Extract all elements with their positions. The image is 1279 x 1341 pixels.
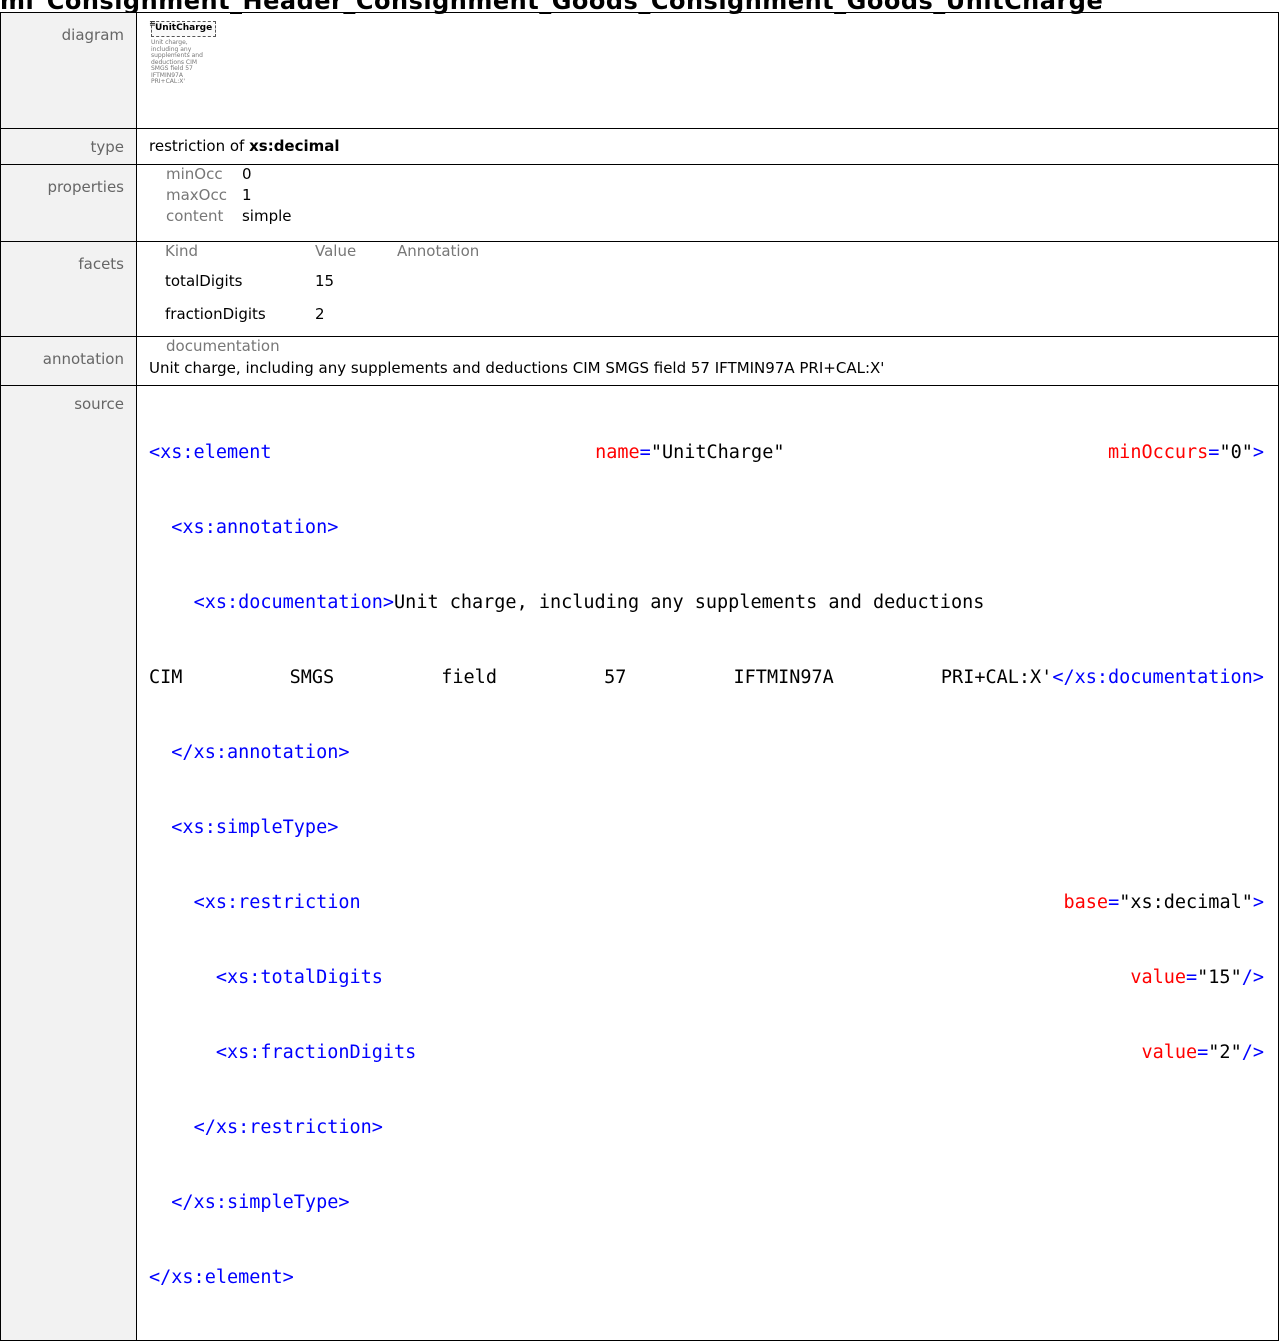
properties-row: properties minOcc 0 maxOcc 1 content sim… (0, 164, 1279, 242)
source-tag: <xs:documentation> (193, 592, 395, 613)
source-tag: </xs:documentation> (1052, 667, 1264, 688)
annotation-label: annotation (0, 336, 137, 386)
type-base-link[interactable]: xs:decimal (249, 137, 339, 155)
source-line: <xs:totalDigits value="15"/> (215, 967, 1264, 988)
source-tag-close: /> (1241, 1042, 1264, 1063)
facets-header-row: Kind Value Annotation (165, 242, 479, 264)
source-line: <xs:element name="UnitCharge" minOccurs=… (149, 442, 1264, 463)
source-attr-value: "xs:decimal" (1119, 892, 1253, 913)
property-value: 1 (241, 186, 252, 204)
facets-header-kind: Kind (165, 242, 199, 260)
source-code: <xs:element name="UnitCharge" minOccurs=… (149, 390, 1278, 1340)
source-attr-name: base (1063, 892, 1109, 913)
source-attr-value: "2" (1208, 1042, 1242, 1063)
source-cell: <xs:element name="UnitCharge" minOccurs=… (136, 385, 1279, 1341)
facet-kind: fractionDigits (165, 304, 266, 323)
source-line: </xs:simpleType> (149, 1190, 1264, 1215)
property-row: maxOcc 1 (166, 186, 292, 207)
property-row: content simple (166, 207, 292, 228)
type-row: type restriction of xs:decimal (0, 128, 1279, 165)
element-diagram-name: UnitCharge (155, 23, 213, 33)
source-line: <xs:simpleType> (149, 815, 1264, 840)
source-text: Unit charge, including any supplements a… (394, 592, 985, 613)
source-tag: <xs:annotation> (171, 517, 339, 538)
source-text: field (441, 667, 497, 688)
source-attr-value: "15" (1197, 967, 1242, 988)
facet-row: fractionDigits 2 (165, 297, 479, 330)
source-attr-value: "0" (1219, 442, 1253, 463)
element-diagram-doc: Unit charge, including any supplements a… (151, 39, 211, 86)
facets-table: Kind Value Annotation totalDigits 15 fra… (165, 242, 479, 330)
source-text: SMGS (289, 667, 335, 688)
property-value: simple (241, 207, 292, 225)
source-line: CIM SMGS field 57 IFTMIN97A PRI+CAL:X'</… (149, 665, 1264, 690)
annotation-text: Unit charge, including any supplements a… (149, 359, 885, 377)
facet-annotation (397, 297, 479, 330)
property-key: maxOcc (166, 186, 227, 204)
facets-label: facets (0, 241, 137, 337)
source-attr-name: name (595, 442, 640, 463)
source-line: <xs:restriction base="xs:decimal"> (193, 892, 1264, 913)
facets-cell: Kind Value Annotation totalDigits 15 fra… (136, 241, 1279, 337)
source-tag: <xs:element (149, 442, 272, 463)
source-line: <xs:documentation>Unit charge, including… (149, 590, 1264, 615)
source-tag: </xs:element> (149, 1267, 294, 1288)
facets-row: facets Kind Value Annotation totalDigits… (0, 241, 1279, 337)
source-line: </xs:annotation> (149, 740, 1264, 765)
element-diagram-box[interactable]: ≡ UnitCharge (149, 19, 217, 37)
source-attr-name: value (1141, 1042, 1198, 1063)
source-text: CIM (149, 667, 183, 688)
property-key: minOcc (166, 165, 223, 183)
source-line: </xs:restriction> (149, 1115, 1264, 1140)
source-tag: </xs:annotation> (171, 742, 350, 763)
facets-header-value: Value (315, 242, 357, 260)
properties-label: properties (0, 164, 137, 242)
source-line: <xs:fractionDigits value="2"/> (215, 1042, 1264, 1063)
source-tag: <xs:simpleType> (171, 817, 339, 838)
source-text: 57 (604, 667, 627, 688)
facet-value: 2 (315, 304, 325, 323)
diagram-label: diagram (0, 12, 137, 129)
source-tag-close: > (1252, 442, 1264, 463)
source-row: source <xs:element name="UnitCharge" min… (0, 385, 1279, 1341)
source-line: <xs:annotation> (149, 515, 1264, 540)
properties-cell: minOcc 0 maxOcc 1 content simple (136, 164, 1279, 242)
source-attr-name: minOccurs (1108, 442, 1209, 463)
annotation-cell: documentation Unit charge, including any… (136, 336, 1279, 386)
facet-annotation (397, 264, 479, 297)
source-text: IFTMIN97A (733, 667, 834, 688)
facets-header-annotation: Annotation (397, 242, 480, 260)
source-tag: </xs:simpleType> (171, 1192, 350, 1213)
source-attr-name: value (1130, 967, 1187, 988)
source-line: </xs:element> (149, 1265, 1264, 1290)
schema-doc-table: diagram ≡ UnitCharge Unit charge, includ… (0, 12, 1279, 1341)
type-cell: restriction of xs:decimal (136, 128, 1279, 165)
properties-table: minOcc 0 maxOcc 1 content simple (166, 165, 292, 228)
facet-value: 15 (315, 271, 335, 290)
source-tag-close: > (1252, 892, 1264, 913)
source-attr-value: "UnitCharge" (650, 442, 785, 463)
type-label: type (0, 128, 137, 165)
source-tag: </xs:restriction> (193, 1117, 383, 1138)
annotation-row: annotation documentation Unit charge, in… (0, 336, 1279, 386)
source-tag-close: /> (1241, 967, 1264, 988)
type-value: restriction of xs:decimal (149, 129, 1278, 155)
source-label: source (0, 385, 137, 1341)
facet-row: totalDigits 15 (165, 264, 479, 297)
type-prefix: restriction of (149, 137, 245, 155)
source-text: PRI+CAL:X' (940, 667, 1053, 688)
diagram-doc-line: PRI+CAL:X' (151, 78, 186, 85)
property-key: content (166, 207, 224, 225)
element-corner-icon: ≡ (149, 19, 156, 28)
annotation-heading: documentation (166, 337, 280, 355)
facet-kind: totalDigits (165, 271, 243, 290)
property-row: minOcc 0 (166, 165, 292, 186)
source-tag: <xs:fractionDigits (215, 1042, 417, 1063)
diagram-cell: ≡ UnitCharge Unit charge, including any … (136, 12, 1279, 129)
diagram-row: diagram ≡ UnitCharge Unit charge, includ… (0, 12, 1279, 129)
property-value: 0 (241, 165, 252, 183)
source-tag: <xs:restriction (193, 892, 361, 913)
source-tag: <xs:totalDigits (215, 967, 383, 988)
